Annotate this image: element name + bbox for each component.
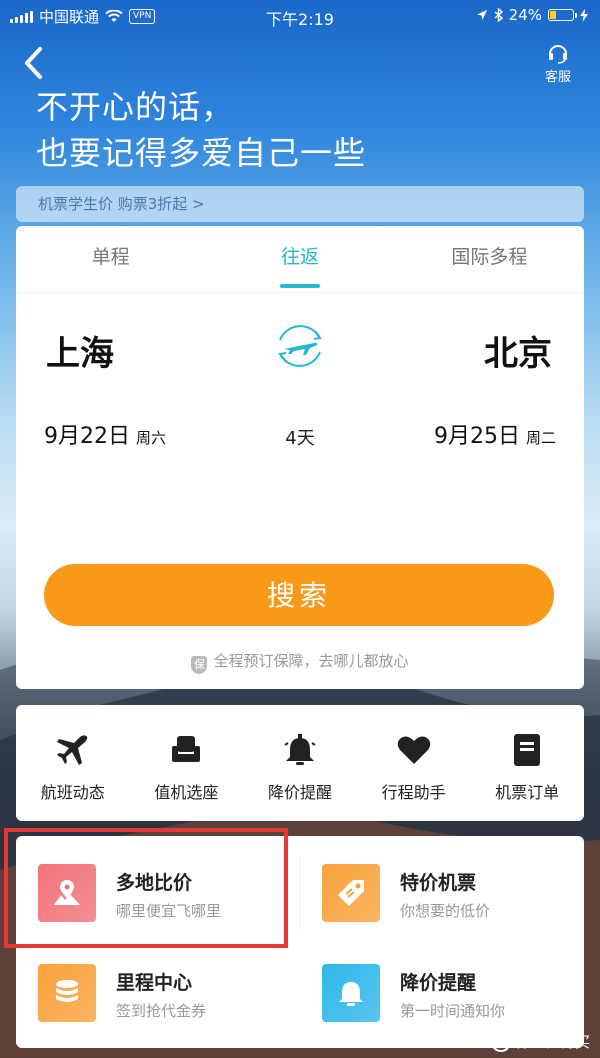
swap-cities-icon[interactable] bbox=[270, 316, 330, 376]
charging-icon bbox=[580, 8, 588, 22]
quick-action-trip-assistant[interactable]: 行程助手 bbox=[357, 705, 471, 821]
quick-action-orders[interactable]: 机票订单 bbox=[470, 705, 584, 821]
status-bar: 中国联通 VPN 下午2:19 24% bbox=[0, 0, 600, 32]
feature-price-alert[interactable]: 降价提醒 第一时间通知你 bbox=[300, 964, 570, 1034]
search-button[interactable]: 搜索 bbox=[44, 564, 554, 626]
bell-icon bbox=[284, 734, 316, 765]
highlight-box bbox=[4, 828, 288, 948]
feature-title: 里程中心 bbox=[116, 972, 193, 994]
headset-icon bbox=[549, 45, 567, 64]
quick-action-label: 降价提醒 bbox=[267, 783, 332, 802]
feature-subtitle: 签到抢代金券 bbox=[116, 1002, 207, 1020]
return-date[interactable]: 9月25日 周二 bbox=[434, 418, 556, 450]
arrival-city[interactable]: 北京 bbox=[484, 326, 552, 375]
feature-title: 降价提醒 bbox=[400, 972, 477, 994]
quick-action-label: 值机选座 bbox=[154, 783, 219, 802]
quick-actions-bar: 航班动态 值机选座 降价提醒 行程助手 机票订单 bbox=[16, 705, 584, 821]
location-arrow-icon bbox=[476, 10, 487, 20]
quick-action-flight-status[interactable]: 航班动态 bbox=[16, 705, 130, 821]
booking-guarantee: 保全程预订保障，去哪儿都放心 bbox=[16, 650, 584, 674]
student-price-banner[interactable]: 机票学生价 购票3折起 > bbox=[16, 186, 584, 222]
return-weekday: 周二 bbox=[525, 429, 556, 447]
guarantee-text: 全程预订保障，去哪儿都放心 bbox=[213, 652, 409, 670]
back-button[interactable] bbox=[22, 46, 46, 80]
coins-icon bbox=[38, 964, 96, 1022]
bell-icon bbox=[322, 964, 380, 1022]
watermark-badge: 值 bbox=[490, 1031, 511, 1052]
customer-service-button[interactable]: 客服 bbox=[538, 42, 578, 85]
tab-one-way[interactable]: 单程 bbox=[16, 226, 205, 292]
watermark-text: 什么值得买 bbox=[514, 1033, 590, 1051]
quick-action-label: 行程助手 bbox=[381, 783, 446, 802]
quick-action-check-in[interactable]: 值机选座 bbox=[130, 705, 244, 821]
quick-action-label: 机票订单 bbox=[495, 783, 560, 802]
customer-service-label: 客服 bbox=[544, 70, 571, 85]
seat-icon bbox=[172, 736, 201, 762]
return-date-value: 9月25日 bbox=[433, 424, 520, 449]
slogan: 不开心的话， 也要记得多爱自己一些 bbox=[36, 84, 366, 176]
feature-special-fares[interactable]: 特价机票 你想要的低价 bbox=[300, 864, 570, 934]
site-watermark: 值 什么值得买 bbox=[490, 1031, 590, 1052]
bluetooth-icon bbox=[494, 8, 503, 22]
heart-icon bbox=[397, 736, 430, 764]
quick-action-label: 航班动态 bbox=[40, 783, 105, 802]
tab-multi-city[interactable]: 国际多程 bbox=[395, 226, 584, 292]
departure-city[interactable]: 上海 bbox=[46, 326, 114, 375]
airplane-icon bbox=[56, 735, 88, 765]
feature-subtitle: 你想要的低价 bbox=[400, 902, 491, 920]
trip-type-tabs: 单程 往返 国际多程 bbox=[16, 226, 584, 293]
price-tag-icon bbox=[322, 864, 380, 922]
feature-title: 特价机票 bbox=[400, 872, 477, 894]
flight-search-card: 单程 往返 国际多程 上海 北京 9月22日 周六 4天 9月25日 周二 搜索 保… bbox=[16, 226, 584, 689]
slogan-line-2: 也要记得多爱自己一些 bbox=[36, 134, 367, 172]
battery-icon bbox=[548, 9, 577, 21]
feature-subtitle: 第一时间通知你 bbox=[400, 1002, 506, 1020]
tab-round-trip[interactable]: 往返 bbox=[205, 226, 394, 292]
slogan-line-1: 不开心的话， bbox=[36, 88, 235, 126]
document-icon bbox=[514, 734, 541, 766]
feature-mileage-center[interactable]: 里程中心 签到抢代金券 bbox=[16, 964, 286, 1034]
quick-action-price-alert[interactable]: 降价提醒 bbox=[243, 705, 357, 821]
shield-icon: 保 bbox=[191, 656, 208, 674]
battery-percent: 24% bbox=[508, 6, 542, 24]
